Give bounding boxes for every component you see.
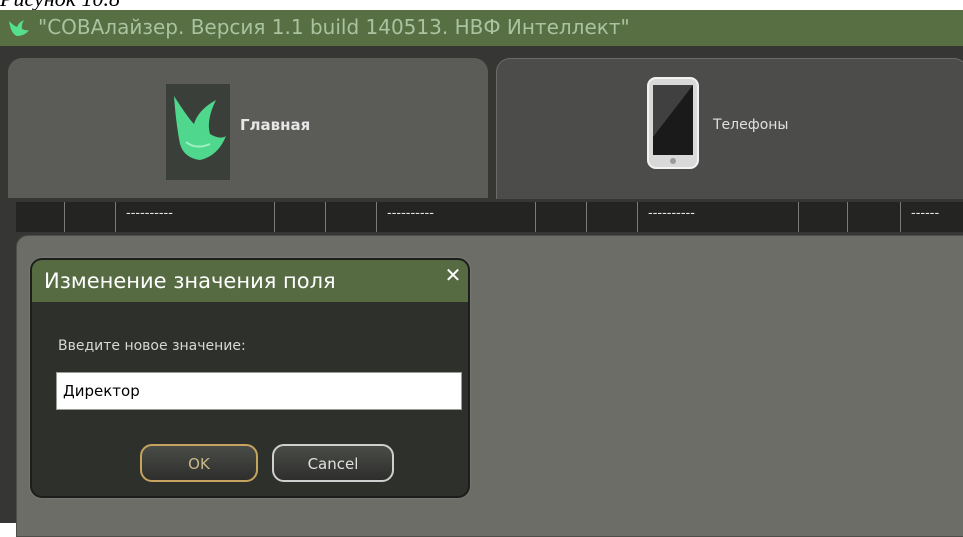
ok-button[interactable]: OK — [140, 444, 258, 482]
column-header[interactable]: ------ — [901, 202, 963, 232]
figure-caption: Рисунок 10.8 — [0, 0, 320, 10]
window-title: "СОВАлайзер. Версия 1.1 build 140513. НВ… — [38, 15, 630, 39]
column-header[interactable] — [848, 202, 901, 232]
column-header-bar: ---------- ---------- ---------- ------ — [0, 200, 963, 236]
owl-icon — [166, 84, 230, 180]
tab-strip: Главная Телефоны — [0, 46, 963, 200]
tab-phones-label: Телефоны — [713, 117, 789, 133]
column-header[interactable] — [587, 202, 638, 232]
dialog-title: Изменение значения поля — [44, 269, 336, 293]
tab-main-label: Главная — [240, 116, 311, 134]
edit-field-dialog: Изменение значения поля ✕ Введите новое … — [30, 258, 470, 498]
new-value-input[interactable] — [56, 372, 462, 410]
column-header[interactable] — [16, 202, 65, 232]
title-bar: "СОВАлайзер. Версия 1.1 build 140513. НВ… — [0, 10, 963, 46]
tablet-icon — [647, 77, 699, 169]
owl-logo-icon — [9, 20, 29, 36]
dialog-header: Изменение значения поля ✕ — [32, 260, 468, 302]
column-header[interactable] — [275, 202, 326, 232]
cancel-button[interactable]: Cancel — [272, 444, 394, 482]
column-header[interactable] — [65, 202, 116, 232]
close-icon[interactable]: ✕ — [440, 262, 466, 288]
column-header[interactable] — [326, 202, 377, 232]
tab-main[interactable]: Главная — [8, 58, 488, 198]
column-header[interactable]: ---------- — [377, 202, 536, 232]
tab-phones[interactable]: Телефоны — [496, 58, 963, 199]
column-header[interactable]: ---------- — [638, 202, 799, 232]
column-header[interactable] — [799, 202, 848, 232]
column-header[interactable]: ---------- — [116, 202, 275, 232]
value-prompt: Введите новое значение: — [58, 338, 246, 354]
app-window: "СОВАлайзер. Версия 1.1 build 140513. НВ… — [0, 10, 963, 537]
column-header[interactable] — [536, 202, 587, 232]
